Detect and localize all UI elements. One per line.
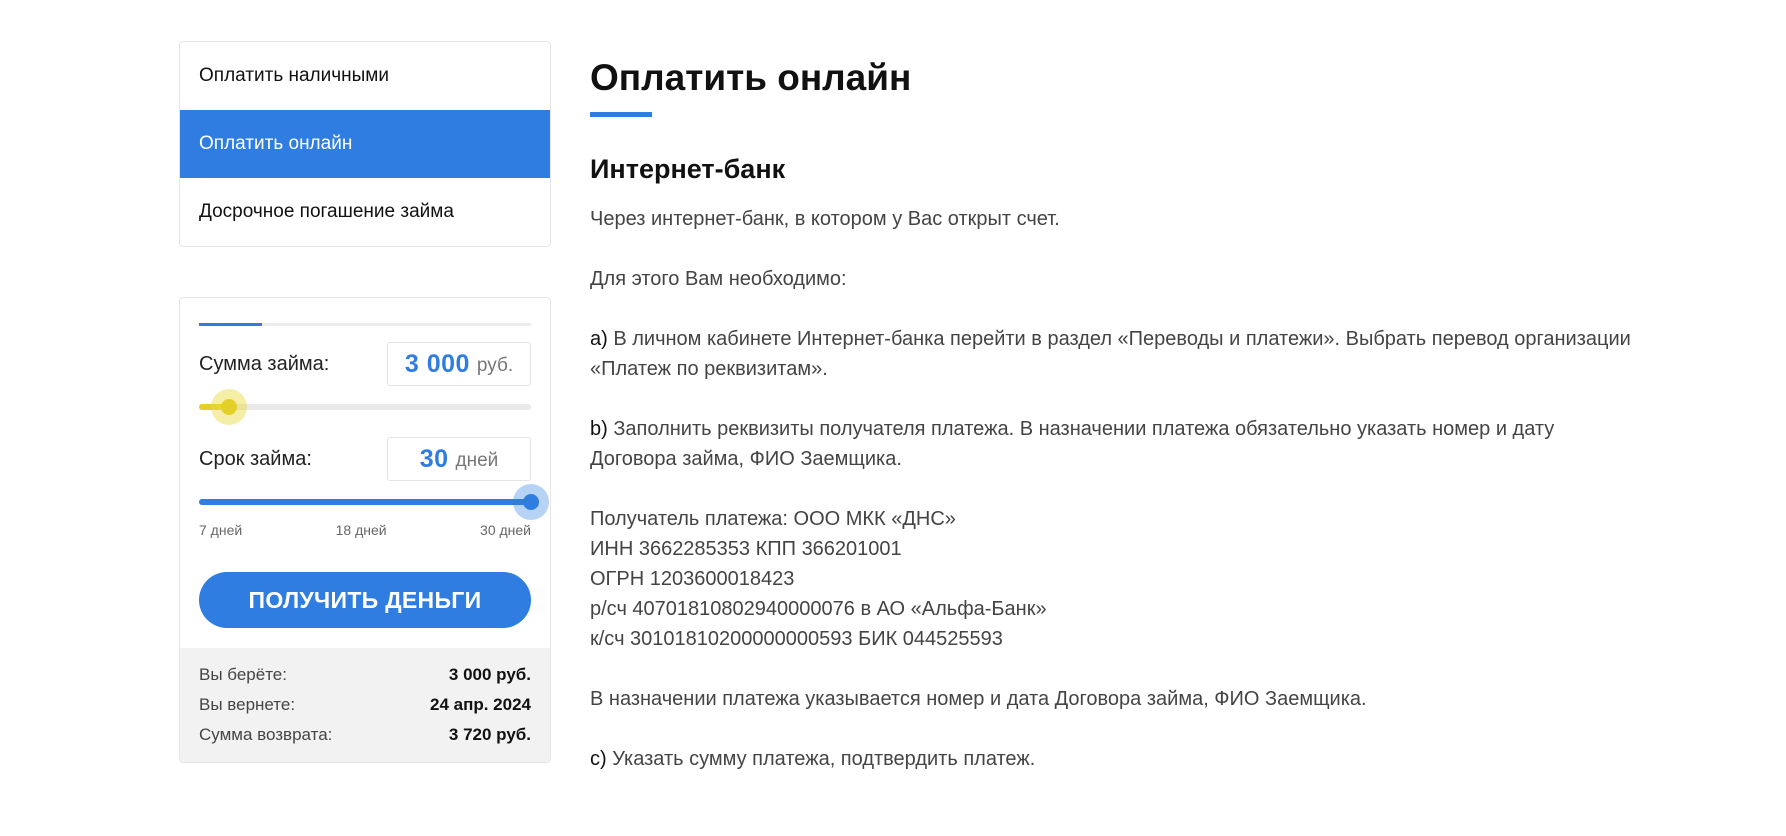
summary-return-date-label: Вы вернете:: [199, 695, 296, 714]
recipient-account: р/сч 40701810802940000076 в АО «Альфа-Ба…: [590, 598, 1047, 620]
recipient-details: Получатель платежа: ООО МКК «ДНС» ИНН 36…: [590, 504, 1640, 654]
summary-row-return-date: Вы вернете: 24 апр. 2024: [199, 690, 531, 720]
step-c: c) Указать сумму платежа, подтвердить пл…: [590, 744, 1640, 774]
loan-summary: Вы берёте: 3 000 руб. Вы вернете: 24 апр…: [180, 648, 550, 762]
summary-take-label: Вы берёте:: [199, 665, 287, 684]
step-b: b) Заполнить реквизиты получателя платеж…: [590, 414, 1640, 474]
calculator-progress-line: [199, 323, 531, 326]
amount-row: Сумма займа: 3 000 руб.: [199, 342, 531, 386]
amount-slider[interactable]: [199, 389, 531, 425]
get-money-button[interactable]: ПОЛУЧИТЬ ДЕНЬГИ: [199, 572, 531, 628]
amount-label: Сумма займа:: [199, 352, 330, 375]
loan-calculator: Сумма займа: 3 000 руб. Срок займа: 30 д…: [179, 297, 551, 763]
intro-text: Через интернет-банк, в котором у Вас отк…: [590, 208, 1060, 230]
summary-row-return-amount: Сумма возврата: 3 720 руб.: [199, 720, 531, 750]
summary-row-take: Вы берёте: 3 000 руб.: [199, 660, 531, 690]
amount-input[interactable]: 3 000 руб.: [387, 342, 531, 386]
menu-item-pay-cash[interactable]: Оплатить наличными: [180, 42, 550, 110]
payment-purpose-note: В назначении платежа указывается номер и…: [590, 688, 1367, 710]
term-ticks: 7 дней 18 дней 30 дней: [199, 522, 531, 538]
recipient-name: Получатель платежа: ООО МКК «ДНС»: [590, 508, 956, 530]
main-content: Оплатить онлайн Интернет-банк Через инте…: [590, 56, 1640, 774]
term-tick-min: 7 дней: [199, 522, 243, 538]
menu-item-early-repayment[interactable]: Досрочное погашение займа: [180, 178, 550, 246]
sidebar: Оплатить наличными Оплатить онлайн Досро…: [179, 41, 551, 763]
title-underline: [590, 112, 652, 117]
step-c-marker: c): [590, 748, 607, 770]
summary-return-amount-value: 3 720 руб.: [448, 725, 531, 744]
step-a-text: В личном кабинете Интернет-банка перейти…: [590, 328, 1631, 380]
section-title: Интернет-банк: [590, 154, 786, 184]
summary-return-date-value: 24 апр. 2024: [429, 695, 531, 714]
amount-value: 3 000: [404, 349, 470, 378]
term-tick-max: 30 дней: [480, 522, 531, 538]
term-slider-fill: [199, 499, 531, 505]
instructions-lead: Для этого Вам необходимо:: [590, 268, 847, 290]
menu-item-pay-online[interactable]: Оплатить онлайн: [180, 110, 550, 178]
step-a-marker: a): [590, 328, 608, 350]
summary-take-value: 3 000 руб.: [448, 665, 531, 684]
recipient-corr-account: к/сч 30101810200000000593 БИК 044525593: [590, 628, 1003, 650]
step-c-text: Указать сумму платежа, подтвердить плате…: [606, 748, 1036, 770]
step-a: a) В личном кабинете Интернет-банка пере…: [590, 324, 1640, 384]
term-value: 30: [419, 444, 449, 473]
summary-return-amount-label: Сумма возврата:: [199, 725, 333, 744]
page-title: Оплатить онлайн: [590, 57, 912, 98]
term-row: Срок займа: 30 дней: [199, 437, 531, 481]
term-input[interactable]: 30 дней: [387, 437, 531, 481]
term-unit: дней: [455, 449, 499, 471]
amount-unit: руб.: [476, 354, 514, 376]
term-slider-handle[interactable]: [523, 494, 539, 510]
recipient-ogrn: ОГРН 1203600018423: [590, 568, 795, 590]
term-tick-mid: 18 дней: [335, 522, 387, 538]
recipient-inn-kpp: ИНН 3662285353 КПП 366201001: [590, 538, 902, 560]
amount-slider-handle[interactable]: [220, 399, 237, 415]
step-b-marker: b): [590, 418, 608, 440]
payment-menu: Оплатить наличными Оплатить онлайн Досро…: [179, 41, 551, 247]
step-b-text: Заполнить реквизиты получателя платежа. …: [590, 418, 1555, 470]
term-label: Срок займа:: [199, 447, 312, 470]
term-slider[interactable]: [199, 484, 549, 520]
